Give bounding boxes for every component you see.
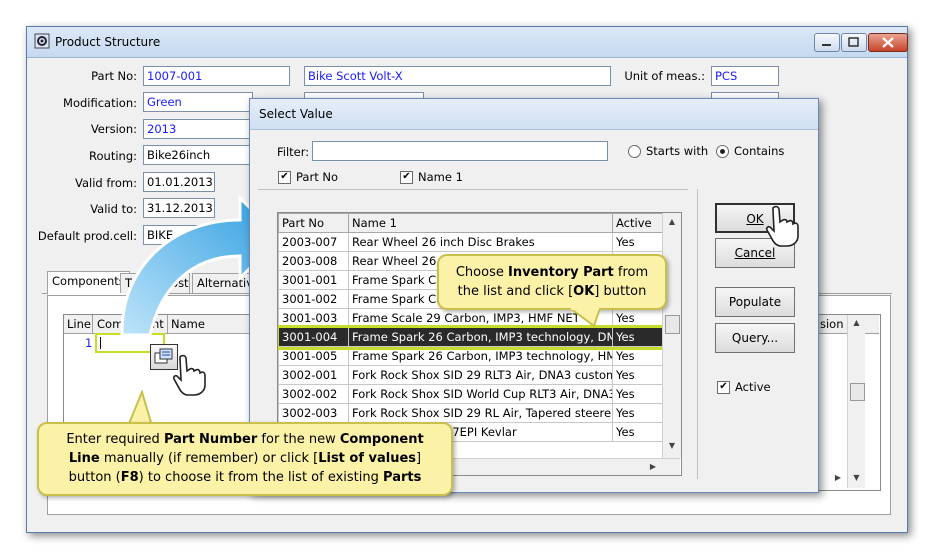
list-cell-name: Frame Spark 26 Carbon, IMP3 technology, … [348,327,613,347]
list-row[interactable]: 3002-002 Fork Rock Shox SID World Cup RLT… [278,384,663,404]
list-cell-active: Yes [612,327,663,347]
col-active[interactable]: Active [612,213,663,233]
filter-label: Filter: [277,145,310,159]
name1-checkbox-label: Name 1 [418,170,463,184]
routing-label: Routing: [89,149,137,163]
part-no-label: Part No: [91,69,137,83]
scroll-up-icon[interactable]: ▲ [848,318,865,327]
list-cell-part: 3002-002 [278,384,349,404]
modification-label: Modification: [63,96,137,110]
routing-field[interactable]: Bike26inch [143,145,253,165]
active-checkbox-label: Active [735,380,771,394]
query-button[interactable]: Query... [715,323,795,353]
uom-field[interactable]: PCS [711,66,779,86]
contains-radio[interactable] [716,145,729,158]
callout-enter-part-number: Enter required Part Number for the new C… [37,422,453,496]
list-cell-active: Yes [612,422,663,442]
scroll-thumb[interactable] [850,383,865,401]
list-cell-part: 3001-005 [278,346,349,366]
list-cell-part: 3001-001 [278,270,349,290]
part-no-checkbox-label: Part No [296,170,338,184]
list-cell-name: Fork Rock Shox SID 29 RL Air, Tapered st… [348,403,613,423]
list-cell-part: 3001-002 [278,289,349,309]
callout-pointer-top [570,308,602,328]
window-title: Product Structure [55,35,161,49]
app-gear-icon [34,33,50,49]
filter-input[interactable] [312,141,608,161]
list-scroll-right-icon[interactable]: ▶ [646,462,660,471]
list-cell-part: 3001-003 [278,308,349,328]
list-cell-name: Fork Rock Shox SID 29 RLT3 Air, DNA3 cus… [348,365,613,385]
part-no-field[interactable]: 1007-001 [143,66,290,86]
title-bar: Product Structure [27,27,908,58]
list-cell-active: Yes [612,384,663,404]
starts-with-label: Starts with [646,144,709,158]
list-row-selected[interactable]: 3001-004 Frame Spark 26 Carbon, IMP3 tech… [278,324,666,350]
scroll-down-icon[interactable]: ▼ [848,473,865,482]
version-label: Version: [90,122,137,136]
col-name-1[interactable]: Name 1 [348,213,613,233]
col-part-no[interactable]: Part No [278,213,349,233]
list-scroll-up-icon[interactable]: ▲ [663,217,681,226]
active-checkbox[interactable]: ✔ [717,381,730,394]
contains-label: Contains [734,144,785,158]
close-icon [882,37,894,48]
dialog-title: Select Value [259,107,333,121]
grid-line-number: 1 [85,336,93,350]
list-row[interactable]: 3002-003 Fork Rock Shox SID 29 RL Air, Ta… [278,403,663,423]
part-name-field[interactable]: Bike Scott Volt-X [304,66,611,86]
part-no-checkbox[interactable]: ✔ [278,171,291,184]
callout-choose-part: Choose Inventory Part from the list and … [437,254,667,310]
name1-checkbox[interactable]: ✔ [400,171,413,184]
populate-button[interactable]: Populate [715,287,795,317]
list-cell-part: 3002-001 [278,365,349,385]
list-scroll-down-icon[interactable]: ▼ [663,441,681,450]
list-cell-part: 3002-003 [278,403,349,423]
list-cell-part: 3001-004 [278,327,349,347]
list-cell-active: Yes [612,232,663,252]
dialog-title-bar: Select Value [250,99,818,130]
list-vertical-scrollbar[interactable]: ▲ ▼ [662,213,681,458]
minimize-button[interactable] [814,33,840,52]
list-cell-part: 2003-007 [278,232,349,252]
modification-field[interactable]: Green [143,92,253,112]
list-cell-name: Frame Spark 26 Carbon, IMP3 technology, … [348,346,613,366]
version-field[interactable]: 2013 [143,119,253,139]
uom-label: Unit of meas.: [624,69,705,83]
list-cell-name: Rear Wheel 26 inch Disc Brakes [348,232,613,252]
list-row[interactable]: 3001-005 Frame Spark 26 Carbon, IMP3 tech… [278,346,663,366]
list-row[interactable]: 3002-001 Fork Rock Shox SID 29 RLT3 Air, … [278,365,663,385]
list-cell-active: Yes [612,403,663,423]
hand-cursor-icon [765,205,799,247]
list-cell-active: Yes [612,365,663,385]
maximize-button[interactable] [841,33,867,52]
list-cell-part: 2003-008 [278,251,349,271]
grid-vertical-scrollbar[interactable]: ▲ ▼ [847,315,865,488]
list-cell-active: Yes [612,346,663,366]
list-cell-name: Fork Rock Shox SID World Cup RLT3 Air, D… [348,384,613,404]
starts-with-radio[interactable] [628,145,641,158]
col-line: Line [67,317,91,331]
grid-scroll-right-icon[interactable]: ▶ [831,473,845,482]
list-cell-active: Yes [612,308,663,328]
hand-cursor-lov-icon [172,354,206,396]
close-button[interactable] [868,33,908,52]
list-scroll-thumb[interactable] [665,315,680,334]
list-row[interactable]: 2003-007 Rear Wheel 26 inch Disc Brakes Ye… [278,232,663,252]
